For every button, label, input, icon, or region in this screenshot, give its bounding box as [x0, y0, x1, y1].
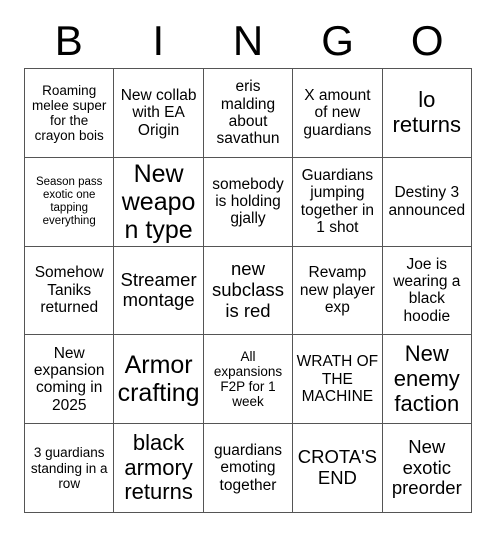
bingo-cell[interactable]: eris malding about savathun — [203, 69, 294, 158]
bingo-cell-label: Somehow Taniks returned — [34, 264, 104, 317]
bingo-cell[interactable]: Joe is wearing a black hoodie — [382, 246, 472, 336]
bingo-grid: Roaming melee super for the crayon bois N… — [24, 68, 472, 513]
header-letter-o: O — [410, 17, 444, 64]
header-letter-b: B — [54, 17, 83, 64]
bingo-cell-label: Armor crafting — [117, 351, 200, 408]
bingo-cell[interactable]: X amount of new guardians — [293, 69, 383, 158]
bingo-cell-label: WRATH OF THE MACHINE — [296, 353, 379, 405]
header-letter-n: N — [232, 17, 264, 64]
bingo-cell-label: Destiny 3 announced — [388, 184, 466, 219]
bingo-cell[interactable]: WRATH OF THE MACHINE — [293, 335, 383, 425]
bingo-cell-label: new subclass is red — [212, 258, 284, 321]
bingo-cell[interactable]: Season pass exotic one tapping everythin… — [25, 157, 115, 247]
bingo-cell[interactable]: Guardians jumping together in 1 shot — [293, 157, 383, 247]
bingo-cell[interactable]: Revamp new player exp — [293, 246, 383, 336]
bingo-cell-label: somebody is holding gjally — [212, 175, 284, 228]
bingo-cell-label: CROTA'S END — [297, 446, 378, 489]
bingo-cell[interactable]: Somehow Taniks returned — [25, 246, 115, 336]
bingo-cell[interactable]: Roaming melee super for the crayon bois — [25, 69, 115, 158]
bingo-cell[interactable]: CROTA'S END — [293, 424, 383, 513]
bingo-cell[interactable]: new subclass is red — [203, 246, 294, 336]
bingo-cell[interactable]: somebody is holding gjally — [203, 157, 294, 247]
bingo-cell-label: Revamp new player exp — [299, 264, 375, 317]
bingo-cell[interactable]: New enemy faction — [382, 335, 472, 425]
bingo-cell[interactable]: 3 guardians standing in a row — [25, 424, 115, 513]
bingo-cell[interactable]: guardians emoting together — [203, 424, 294, 513]
header-letter-i: I — [152, 17, 165, 64]
bingo-cell-label: eris malding about savathun — [216, 78, 280, 148]
bingo-cell-label: black armory returns — [124, 430, 193, 505]
bingo-cell-label: Guardians jumping together in 1 shot — [300, 166, 375, 237]
bingo-cell[interactable]: New weapon type — [114, 157, 204, 247]
bingo-cell[interactable]: Armor crafting — [114, 335, 204, 425]
bingo-cell[interactable]: Destiny 3 announced — [382, 157, 472, 247]
bingo-cell-label: New expansion coming in 2025 — [33, 344, 105, 414]
bingo-cell[interactable]: lo returns — [382, 69, 472, 158]
bingo-cell-label: lo returns — [392, 87, 462, 137]
bingo-cell-label: New enemy faction — [393, 341, 460, 416]
bingo-card: B I N G O Roaming melee super for the cr… — [0, 0, 500, 544]
bingo-cell-label: All expansions F2P for 1 week — [213, 349, 283, 410]
bingo-cell[interactable]: Streamer montage — [114, 246, 204, 336]
bingo-cell-label: New collab with EA Origin — [120, 86, 197, 139]
bingo-cell[interactable]: New expansion coming in 2025 — [25, 335, 115, 425]
bingo-cell-label: Streamer montage — [120, 268, 197, 311]
bingo-cell-label: X amount of new guardians — [303, 86, 372, 139]
bingo-cell-label: Joe is wearing a black hoodie — [393, 255, 461, 325]
bingo-cell[interactable]: black armory returns — [114, 424, 204, 513]
bingo-header-row: B I N G O — [24, 14, 472, 68]
bingo-cell-label: New weapon type — [121, 159, 196, 244]
bingo-cell-label: Roaming melee super for the crayon bois — [32, 82, 107, 143]
bingo-cell-label: Season pass exotic one tapping everythin… — [35, 175, 103, 227]
bingo-cell-label: New exotic preorder — [391, 436, 462, 499]
bingo-cell-label: 3 guardians standing in a row — [30, 445, 108, 491]
header-letter-g: G — [321, 17, 354, 64]
bingo-cell[interactable]: All expansions F2P for 1 week — [203, 335, 294, 425]
bingo-cell-label: guardians emoting together — [213, 442, 283, 494]
bingo-cell[interactable]: New exotic preorder — [382, 424, 472, 513]
bingo-cell[interactable]: New collab with EA Origin — [114, 69, 204, 158]
